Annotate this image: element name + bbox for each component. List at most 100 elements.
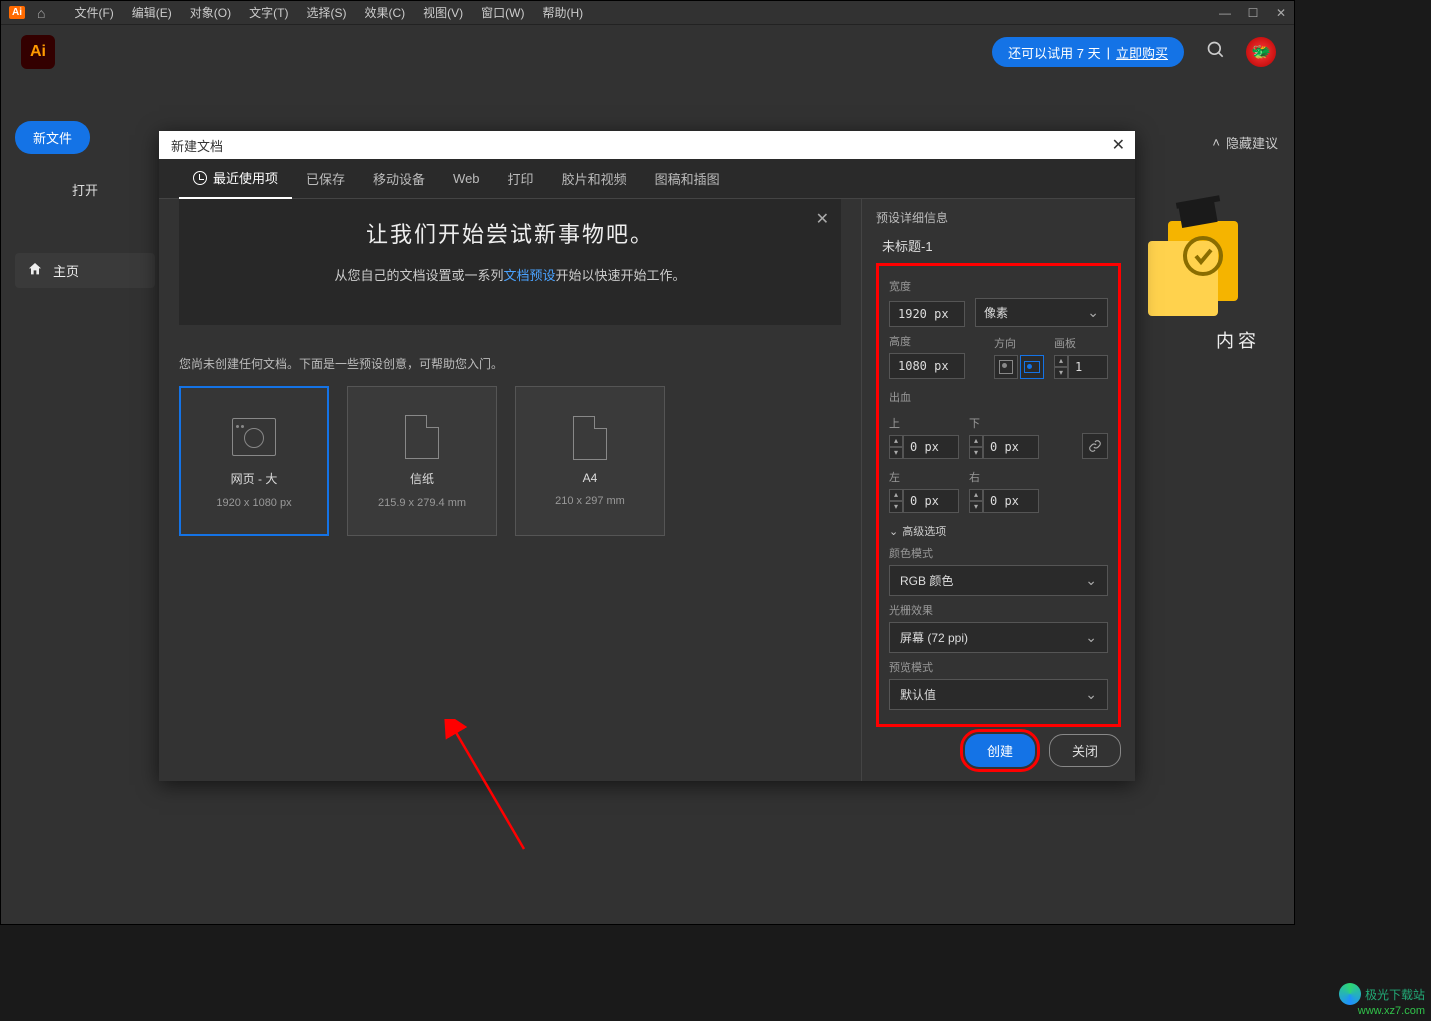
menu-view[interactable]: 视图(V) <box>414 4 472 21</box>
raster-select[interactable]: 屏幕 (72 ppi) <box>889 622 1108 653</box>
new-document-dialog: 新建文档 ✕ 最近使用项 已保存 移动设备 Web 打印 胶片和视频 图稿和插图… <box>159 131 1135 781</box>
tab-film[interactable]: 胶片和视频 <box>548 159 641 199</box>
portrait-icon <box>999 360 1013 374</box>
create-button[interactable]: 创建 <box>965 734 1035 767</box>
preset-dim: 215.9 x 279.4 mm <box>378 497 466 509</box>
trial-badge[interactable]: 还可以试用 7 天 | 立即购买 <box>992 37 1184 67</box>
banner-subtitle: 从您自己的文档设置或一系列文档预设开始以快速开始工作。 <box>179 265 841 284</box>
tab-print[interactable]: 打印 <box>494 159 548 199</box>
artboards-input[interactable] <box>1068 355 1108 379</box>
watermark: 极光下载站 www.xz7.com <box>1339 983 1425 1017</box>
menu-effect[interactable]: 效果(C) <box>355 4 414 21</box>
open-button[interactable]: 打开 <box>15 172 155 207</box>
avatar[interactable]: 🐲 <box>1246 37 1276 67</box>
presets-link[interactable]: 文档预设 <box>503 268 555 283</box>
preset-dim: 1920 x 1080 px <box>216 497 291 509</box>
bleed-right-input[interactable] <box>983 489 1039 513</box>
clock-icon <box>193 171 207 185</box>
hide-suggestions-label: 隐藏建议 <box>1226 133 1278 152</box>
document-icon <box>405 415 439 459</box>
chevron-down-icon <box>1085 572 1097 589</box>
color-mode-select[interactable]: RGB 颜色 <box>889 565 1108 596</box>
bleed-bottom-input[interactable] <box>983 435 1039 459</box>
preset-dim: 210 x 297 mm <box>555 495 625 507</box>
dialog-close-icon[interactable]: ✕ <box>1112 135 1125 155</box>
preset-a4[interactable]: A4 210 x 297 mm <box>515 386 665 536</box>
width-input[interactable] <box>889 301 965 327</box>
bleed-left-stepper[interactable]: ▴▾ <box>889 489 959 513</box>
watermark-logo-icon <box>1339 983 1361 1005</box>
menu-type[interactable]: 文字(T) <box>240 4 297 21</box>
document-name-field[interactable]: 未标题-1 <box>876 236 1121 255</box>
chevron-down-icon: ⌄ <box>889 525 898 538</box>
preset-name: 信纸 <box>410 470 434 487</box>
orientation-landscape[interactable] <box>1020 355 1044 379</box>
menu-edit[interactable]: 编辑(E) <box>123 4 181 21</box>
chevron-down-icon <box>1087 304 1099 321</box>
orientation-label: 方向 <box>994 335 1044 351</box>
preview-select[interactable]: 默认值 <box>889 679 1108 710</box>
bleed-right-stepper[interactable]: ▴▾ <box>969 489 1039 513</box>
link-bleed-icon[interactable] <box>1082 433 1108 459</box>
chevron-down-icon <box>1085 686 1097 703</box>
new-file-button[interactable]: 新文件 <box>15 121 90 154</box>
bleed-label: 出血 <box>889 389 1108 405</box>
dialog-tabs: 最近使用项 已保存 移动设备 Web 打印 胶片和视频 图稿和插图 <box>159 159 1135 199</box>
preset-name: 网页 - 大 <box>231 470 278 487</box>
home-nav[interactable]: 主页 <box>15 253 155 288</box>
unit-select[interactable]: 像素 <box>975 298 1108 327</box>
height-input[interactable] <box>889 353 965 379</box>
menu-window[interactable]: 窗口(W) <box>472 4 533 21</box>
home-icon[interactable]: ⌂ <box>37 5 45 21</box>
tab-mobile[interactable]: 移动设备 <box>359 159 439 199</box>
app-badge: Ai <box>9 6 25 19</box>
bleed-left-label: 左 <box>889 469 959 485</box>
bleed-top-label: 上 <box>889 415 959 431</box>
window-maximize[interactable]: ☐ <box>1246 6 1260 20</box>
artboards-stepper[interactable]: ▴▾ <box>1054 355 1108 379</box>
details-heading: 预设详细信息 <box>876 209 1121 226</box>
width-label: 宽度 <box>889 278 1108 294</box>
raster-label: 光栅效果 <box>889 602 1108 618</box>
tab-art[interactable]: 图稿和插图 <box>641 159 734 199</box>
menu-help[interactable]: 帮助(H) <box>533 4 592 21</box>
menubar: Ai ⌂ 文件(F) 编辑(E) 对象(O) 文字(T) 选择(S) 效果(C)… <box>1 1 1294 25</box>
highlight-box: 宽度 像素 高度 方向 <box>876 263 1121 727</box>
preset-web-large[interactable]: 网页 - 大 1920 x 1080 px <box>179 386 329 536</box>
landscape-icon <box>1024 361 1040 373</box>
orientation-portrait[interactable] <box>994 355 1018 379</box>
bleed-top-input[interactable] <box>903 435 959 459</box>
bleed-bottom-stepper[interactable]: ▴▾ <box>969 435 1039 459</box>
watermark-url: www.xz7.com <box>1339 1005 1425 1017</box>
search-icon[interactable] <box>1206 40 1226 65</box>
preset-letter[interactable]: 信纸 215.9 x 279.4 mm <box>347 386 497 536</box>
step-down[interactable]: ▾ <box>1054 367 1068 379</box>
bleed-left-input[interactable] <box>903 489 959 513</box>
home-label: 主页 <box>53 261 79 280</box>
chevron-up-icon: ˄ <box>1212 135 1220 150</box>
watermark-name: 极光下载站 <box>1365 986 1425 1003</box>
menu-select[interactable]: 选择(S) <box>297 4 355 21</box>
illustration <box>1128 191 1248 321</box>
step-up[interactable]: ▴ <box>1054 355 1068 367</box>
preview-label: 预览模式 <box>889 659 1108 675</box>
hide-suggestions[interactable]: ˄ 隐藏建议 <box>1212 133 1278 152</box>
bleed-top-stepper[interactable]: ▴▾ <box>889 435 959 459</box>
close-button[interactable]: 关闭 <box>1049 734 1121 767</box>
presets-help-text: 您尚未创建任何文档。下面是一些预设创意，可帮助您入门。 <box>179 355 841 372</box>
bleed-right-label: 右 <box>969 469 1039 485</box>
banner-close-icon[interactable]: ✕ <box>816 209 829 229</box>
menu-object[interactable]: 对象(O) <box>181 4 240 21</box>
ai-logo: Ai <box>21 35 55 69</box>
dialog-titlebar: 新建文档 ✕ <box>159 131 1135 159</box>
menu-file[interactable]: 文件(F) <box>65 4 122 21</box>
height-label: 高度 <box>889 333 984 349</box>
tab-recent[interactable]: 最近使用项 <box>179 159 292 199</box>
bleed-bottom-label: 下 <box>969 415 1039 431</box>
window-minimize[interactable]: — <box>1218 6 1232 20</box>
advanced-toggle[interactable]: ⌄高级选项 <box>889 523 1108 539</box>
buy-now-link[interactable]: 立即购买 <box>1116 43 1168 62</box>
tab-web[interactable]: Web <box>439 159 494 199</box>
tab-saved[interactable]: 已保存 <box>292 159 359 199</box>
window-close[interactable]: ✕ <box>1274 6 1288 20</box>
